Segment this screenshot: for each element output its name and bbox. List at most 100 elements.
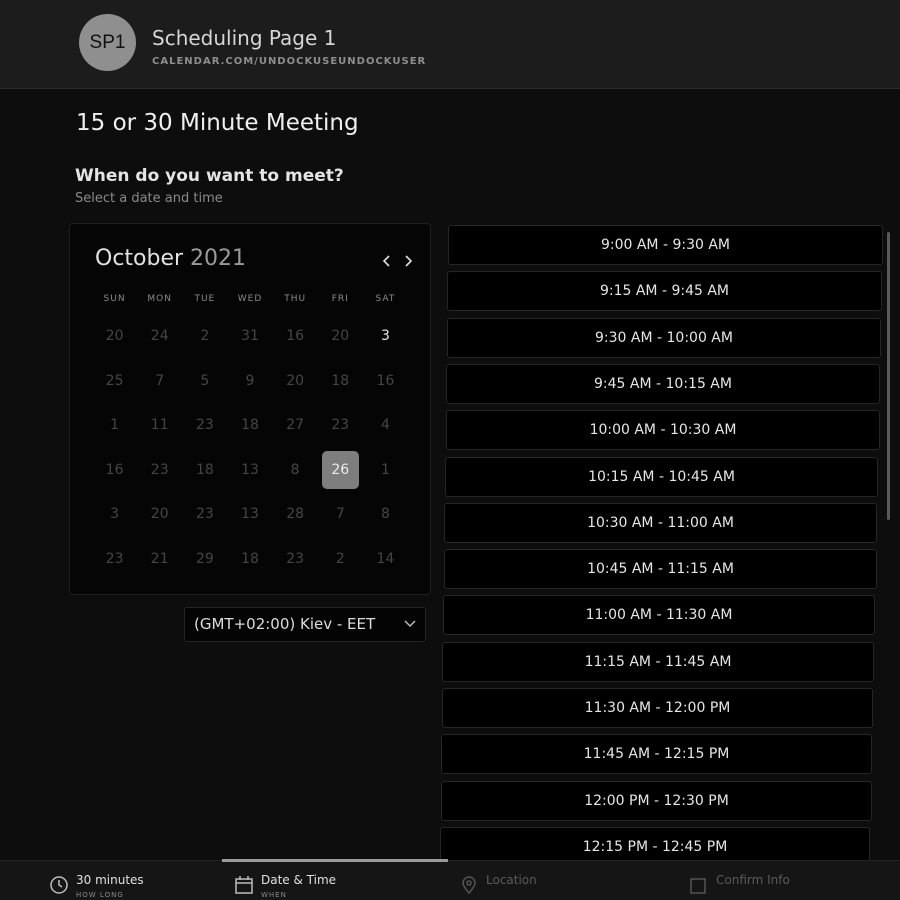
calendar-day[interactable]: 3 <box>363 314 408 359</box>
calendar-day: 20 <box>137 492 182 537</box>
time-slot-button[interactable]: 10:45 AM - 11:15 AM <box>444 549 877 589</box>
time-slot-button[interactable]: 9:00 AM - 9:30 AM <box>448 225 883 265</box>
calendar-day: 21 <box>137 537 182 582</box>
active-step-indicator <box>222 859 448 862</box>
time-slot-button[interactable]: 11:15 AM - 11:45 AM <box>442 642 874 682</box>
calendar-day-number: 28 <box>286 506 305 523</box>
calendar-day: 13 <box>227 448 272 493</box>
calendar-day: 18 <box>227 403 272 448</box>
calendar-day: 31 <box>227 314 272 359</box>
calendar-day-number: 26 <box>321 450 359 489</box>
step-title: Date & Time <box>261 873 337 887</box>
calendar-year: 2021 <box>190 246 247 271</box>
calendar-day: 23 <box>182 492 227 537</box>
scheduling-page: SP1 Scheduling Page 1 CALENDAR.COM/UNDOC… <box>0 0 900 900</box>
calendar-day-number: 16 <box>376 372 395 389</box>
time-slot-button[interactable]: 9:45 AM - 10:15 AM <box>446 364 880 404</box>
calendar-day: 20 <box>318 314 363 359</box>
calendar-day-number: 23 <box>331 417 350 434</box>
calendar-day: 24 <box>137 314 182 359</box>
calendar-day-number: 23 <box>286 550 305 567</box>
calendar-day: 1 <box>92 403 137 448</box>
calendar-day-number: 2 <box>200 328 210 345</box>
calendar-day-number: 9 <box>245 372 255 389</box>
calendar-day: 23 <box>273 537 318 582</box>
weekday-label: WED <box>237 294 263 304</box>
scheduling-page-url[interactable]: CALENDAR.COM/UNDOCKUSEUNDOCKUSER <box>152 56 426 67</box>
weekday-label: FRI <box>331 294 349 304</box>
step-subtitle: HOW LONG <box>76 891 124 899</box>
calendar-day: 11 <box>137 403 182 448</box>
calendar-day-number: 27 <box>286 417 305 434</box>
calendar-day-number: 20 <box>150 506 169 523</box>
calendar-day-number: 3 <box>110 506 120 523</box>
calendar-day-number: 31 <box>241 328 259 345</box>
timezone-select[interactable]: (GMT+02:00) Kiev - EET <box>184 607 426 642</box>
calendar-day-number: 13 <box>241 506 259 523</box>
calendar-day: 18 <box>182 448 227 493</box>
timezone-value: (GMT+02:00) Kiev - EET <box>194 615 376 633</box>
weekday-label: THU <box>284 294 307 304</box>
calendar-day: 23 <box>182 403 227 448</box>
calendar-day-number: 7 <box>155 372 165 389</box>
time-slot-button[interactable]: 9:15 AM - 9:45 AM <box>447 271 882 311</box>
calendar-day: 23 <box>92 537 137 582</box>
calendar-day-number: 23 <box>105 550 124 567</box>
scheduling-page-name: Scheduling Page 1 <box>152 26 337 50</box>
previous-month-button[interactable] <box>378 252 396 270</box>
calendar-day: 25 <box>92 359 137 404</box>
calendar-day-number: 5 <box>200 372 210 389</box>
weekday-header: SUN MON TUE WED THU FRI SAT <box>92 294 408 304</box>
calendar-day: 23 <box>137 448 182 493</box>
avatar: SP1 <box>79 14 136 71</box>
calendar-day-number: 2 <box>335 550 345 567</box>
step-title: 30 minutes <box>76 873 144 887</box>
time-slot-button[interactable]: 10:00 AM - 10:30 AM <box>446 410 880 450</box>
calendar-day-grid: 20 24 2 31 16 20 3 25 7 5 9 20 18 16 1 11 23 18 27 23 4 16 23 1… <box>92 314 408 581</box>
weekday-label: TUE <box>194 294 216 304</box>
time-slot-button[interactable]: 10:15 AM - 10:45 AM <box>445 457 878 497</box>
date-picker: October 2021 SUN MON TUE WED THU FRI SAT 20 24 2… <box>69 223 431 595</box>
chevron-right-icon <box>405 255 413 267</box>
time-slot-button[interactable]: 10:30 AM - 11:00 AM <box>444 503 877 543</box>
weekday-label: SUN <box>103 294 126 304</box>
calendar-day: 20 <box>92 314 137 359</box>
time-slot-button[interactable]: 12:00 PM - 12:30 PM <box>441 781 872 821</box>
calendar-day: 18 <box>318 359 363 404</box>
time-slot-button[interactable]: 11:30 AM - 12:00 PM <box>442 688 873 728</box>
calendar-day-number: 3 <box>380 328 390 345</box>
chevron-down-icon <box>404 620 416 628</box>
calendar-day: 7 <box>137 359 182 404</box>
clock-icon <box>50 876 68 894</box>
time-slot-button[interactable]: 11:00 AM - 11:30 AM <box>443 595 875 635</box>
calendar-day: 2 <box>182 314 227 359</box>
calendar-day-number: 8 <box>290 461 300 478</box>
calendar-day-number: 16 <box>105 461 124 478</box>
calendar-day: 9 <box>227 359 272 404</box>
page-header: SP1 Scheduling Page 1 CALENDAR.COM/UNDOC… <box>0 0 900 89</box>
calendar-day-number: 23 <box>195 506 214 523</box>
calendar-day: 18 <box>227 537 272 582</box>
calendar-day-number: 14 <box>376 550 395 567</box>
next-month-button[interactable] <box>399 252 417 270</box>
calendar-day: 2 <box>318 537 363 582</box>
calendar-day: 1 <box>363 448 408 493</box>
calendar-day: 16 <box>92 448 137 493</box>
calendar-day: 28 <box>273 492 318 537</box>
time-slot-button[interactable]: 11:45 AM - 12:15 PM <box>441 734 872 774</box>
calendar-day-selected[interactable]: 26 <box>318 448 363 493</box>
calendar-month: October <box>95 246 184 271</box>
calendar-day: 8 <box>363 492 408 537</box>
step-title: Location <box>486 873 537 887</box>
time-slot-scrollbar[interactable] <box>887 232 890 520</box>
time-slot-button[interactable]: 9:30 AM - 10:00 AM <box>447 318 881 358</box>
calendar-day-number: 25 <box>105 372 124 389</box>
calendar-day: 20 <box>273 359 318 404</box>
weekday-label: SAT <box>375 294 396 304</box>
calendar-day: 5 <box>182 359 227 404</box>
calendar-day: 3 <box>92 492 137 537</box>
calendar-day-number: 29 <box>195 550 214 567</box>
step-title: Confirm Info <box>716 873 790 887</box>
calendar-month-year: October 2021 <box>95 246 246 271</box>
calendar-day-number: 1 <box>110 417 120 434</box>
